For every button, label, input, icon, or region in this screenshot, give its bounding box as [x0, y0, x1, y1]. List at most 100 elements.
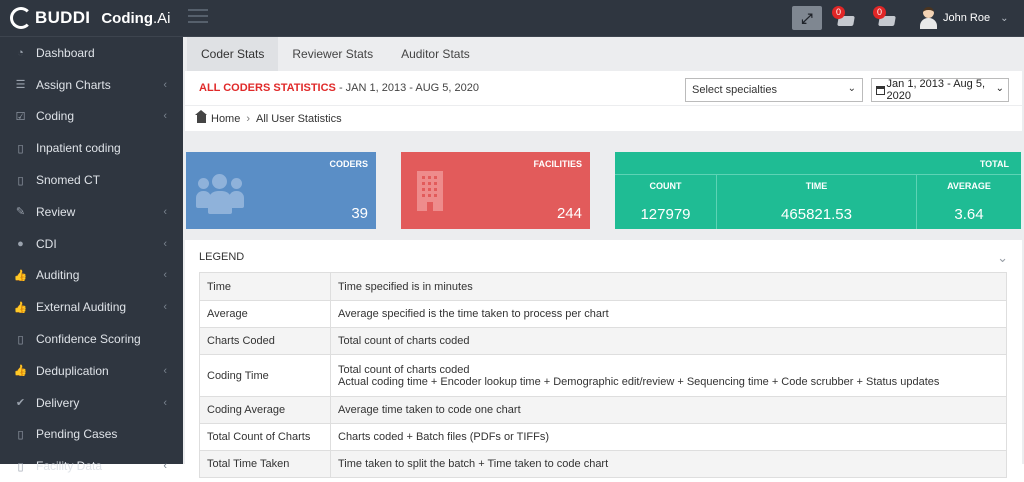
coders-card[interactable]: CODERS 39 — [186, 152, 376, 229]
chevron-down-icon: ⌄ — [1000, 12, 1009, 24]
sidebar-item-facility-data[interactable]: ▯ Facility Data ‹ — [0, 450, 183, 482]
chevron-left-icon: ‹ — [163, 205, 167, 218]
sidebar-item-external-auditing[interactable]: 👍 External Auditing ‹ — [0, 291, 183, 323]
chevron-down-icon: ⌄ — [995, 83, 1004, 94]
total-average-label: AVERAGE — [947, 181, 991, 191]
fullscreen-button[interactable]: ⤢ — [792, 6, 822, 30]
page-title-range: - JAN 1, 2013 - AUG 5, 2020 — [335, 82, 479, 94]
total-count-value: 127979 — [640, 206, 691, 223]
table-row: Average Average specified is the time tak… — [199, 300, 1007, 328]
sidebar-item-deduplication[interactable]: 👍 Deduplication ‹ — [0, 355, 183, 387]
chevron-left-icon: ‹ — [163, 396, 167, 409]
date-range-value: Jan 1, 2013 - Aug 5, 2020 — [886, 78, 985, 102]
total-time-cell: TIME 465821.53 — [717, 174, 917, 229]
legend-term: Coding Time — [199, 354, 331, 397]
sidebar-item-delivery[interactable]: ✔ Delivery ‹ — [0, 387, 183, 419]
facilities-count: 244 — [556, 205, 582, 222]
sidebar-item-label: Coding — [36, 109, 75, 124]
legend-term: Coding Average — [199, 396, 331, 424]
file-icon: ▯ — [17, 428, 24, 441]
sidebar-item-label: Snomed CT — [36, 173, 101, 188]
legend-desc: Total count of charts coded — [330, 327, 1007, 355]
tasks-notification-button[interactable]: 0 — [873, 6, 897, 28]
table-row: Coding Time Total count of charts coded Ac… — [199, 354, 1007, 397]
specialty-select-value: Select specialties — [692, 84, 777, 96]
sidebar-item-auditing[interactable]: 👍 Auditing ‹ — [0, 260, 183, 292]
sidebar-item-label: Inpatient coding — [36, 141, 121, 156]
date-range-picker[interactable]: Jan 1, 2013 - Aug 5, 2020 ⌄ — [871, 78, 1009, 102]
sidebar-toggle-icon[interactable] — [188, 9, 208, 27]
sidebar-item-label: External Auditing — [36, 300, 127, 315]
table-row: Coding Average Average time taken to code… — [199, 396, 1007, 424]
tab-coder-stats[interactable]: Coder Stats — [187, 37, 279, 71]
file-icon: ▯ — [17, 142, 24, 155]
sidebar-item-cdi[interactable]: ● CDI ‹ — [0, 228, 183, 260]
sidebar-item-label: Deduplication — [36, 363, 109, 378]
legend-desc: Average specified is the time taken to p… — [330, 300, 1007, 328]
facilities-card[interactable]: FACILITIES 244 — [401, 152, 590, 229]
chevron-left-icon: ‹ — [163, 237, 167, 250]
breadcrumb-current: All User Statistics — [256, 112, 342, 125]
sidebar-item-label: Review — [36, 204, 76, 219]
notification-badge: 0 — [832, 6, 845, 19]
legend-desc-detail: Actual coding time + Encoder lookup time… — [338, 375, 940, 388]
coders-count: 39 — [351, 205, 368, 222]
check-circle-icon: ✔ — [15, 397, 26, 410]
product-name: Coding — [101, 9, 153, 27]
legend-desc: Time taken to split the batch + Time tak… — [330, 450, 1007, 478]
page-title: ALL CODERS STATISTICS - JAN 1, 2013 - AU… — [199, 82, 479, 94]
breadcrumb-home-link[interactable]: Home — [211, 113, 240, 125]
legend-desc: Charts coded + Batch files (PDFs or TIFF… — [330, 423, 1007, 451]
sidebar-item-label: Confidence Scoring — [36, 332, 141, 347]
tab-auditor-stats[interactable]: Auditor Stats — [387, 37, 484, 71]
table-row: Time Time specified is in minutes — [199, 272, 1007, 301]
legend-term: Average — [199, 300, 331, 328]
legend-desc: Time specified is in minutes — [330, 272, 1007, 301]
sidebar-item-dashboard[interactable]: ◔ Dashboard — [0, 37, 183, 69]
total-average-cell: AVERAGE 3.64 — [917, 174, 1021, 229]
sidebar-item-label: Dashboard — [36, 45, 95, 60]
sidebar-item-snomed-ct[interactable]: ▯ Snomed CT — [0, 164, 183, 196]
file-icon: ▯ — [17, 333, 24, 346]
chevron-left-icon: ‹ — [163, 110, 167, 123]
facilities-title: FACILITIES — [533, 159, 582, 169]
user-name: John Roe — [943, 12, 991, 24]
product-suffix: .Ai — [153, 9, 171, 27]
chevron-left-icon: ‹ — [163, 301, 167, 314]
specialty-select[interactable]: Select specialties ⌄ — [685, 78, 863, 102]
table-row: Total Time Taken Time taken to split the … — [199, 450, 1007, 478]
sidebar-item-assign-charts[interactable]: ☰ Assign Charts ‹ — [0, 69, 183, 101]
collapse-chevron-icon[interactable]: ⌄ — [997, 250, 1008, 266]
home-icon — [195, 109, 207, 123]
brand-logo[interactable]: BUDDI Coding .Ai — [10, 6, 171, 30]
users-icon — [196, 174, 244, 214]
edit-icon: ✎ — [15, 206, 26, 219]
chevron-left-icon: ‹ — [163, 460, 167, 473]
inbox-notification-button[interactable]: 0 — [832, 6, 856, 28]
sidebar-item-label: CDI — [36, 236, 57, 251]
thumbs-up-icon: 👍 — [13, 365, 28, 378]
total-average-value: 3.64 — [954, 206, 984, 223]
sidebar-item-inpatient-coding[interactable]: ▯ Inpatient coding — [0, 132, 183, 164]
breadcrumb: Home › All User Statistics — [185, 106, 1022, 131]
buddi-logo-icon — [10, 7, 32, 29]
chevron-left-icon: ‹ — [163, 269, 167, 282]
coders-title: CODERS — [329, 159, 368, 169]
dashboard-icon: ◔ — [17, 46, 24, 59]
file-icon: ▯ — [17, 460, 24, 473]
user-menu[interactable]: John Roe ⌄ — [920, 6, 1008, 30]
top-navbar: BUDDI Coding .Ai ⤢ 0 0 John Roe ⌄ — [0, 0, 1024, 37]
sidebar-item-confidence-scoring[interactable]: ▯ Confidence Scoring — [0, 323, 183, 355]
table-row: Total Count of Charts Charts coded + Batc… — [199, 423, 1007, 451]
legend-term: Time — [199, 272, 331, 301]
brand-name: BUDDI — [35, 8, 91, 27]
legend-title: LEGEND — [199, 251, 245, 263]
sidebar-item-pending-cases[interactable]: ▯ Pending Cases — [0, 419, 183, 451]
calendar-icon — [876, 85, 885, 95]
sidebar-item-coding[interactable]: ☑ Coding ‹ — [0, 101, 183, 133]
sidebar-item-review[interactable]: ✎ Review ‹ — [0, 196, 183, 228]
tab-reviewer-stats[interactable]: Reviewer Stats — [278, 37, 387, 71]
legend-desc: Average time taken to code one chart — [330, 396, 1007, 424]
chevron-down-icon: ⌄ — [847, 83, 856, 94]
table-row: Charts Coded Total count of charts coded — [199, 327, 1007, 355]
